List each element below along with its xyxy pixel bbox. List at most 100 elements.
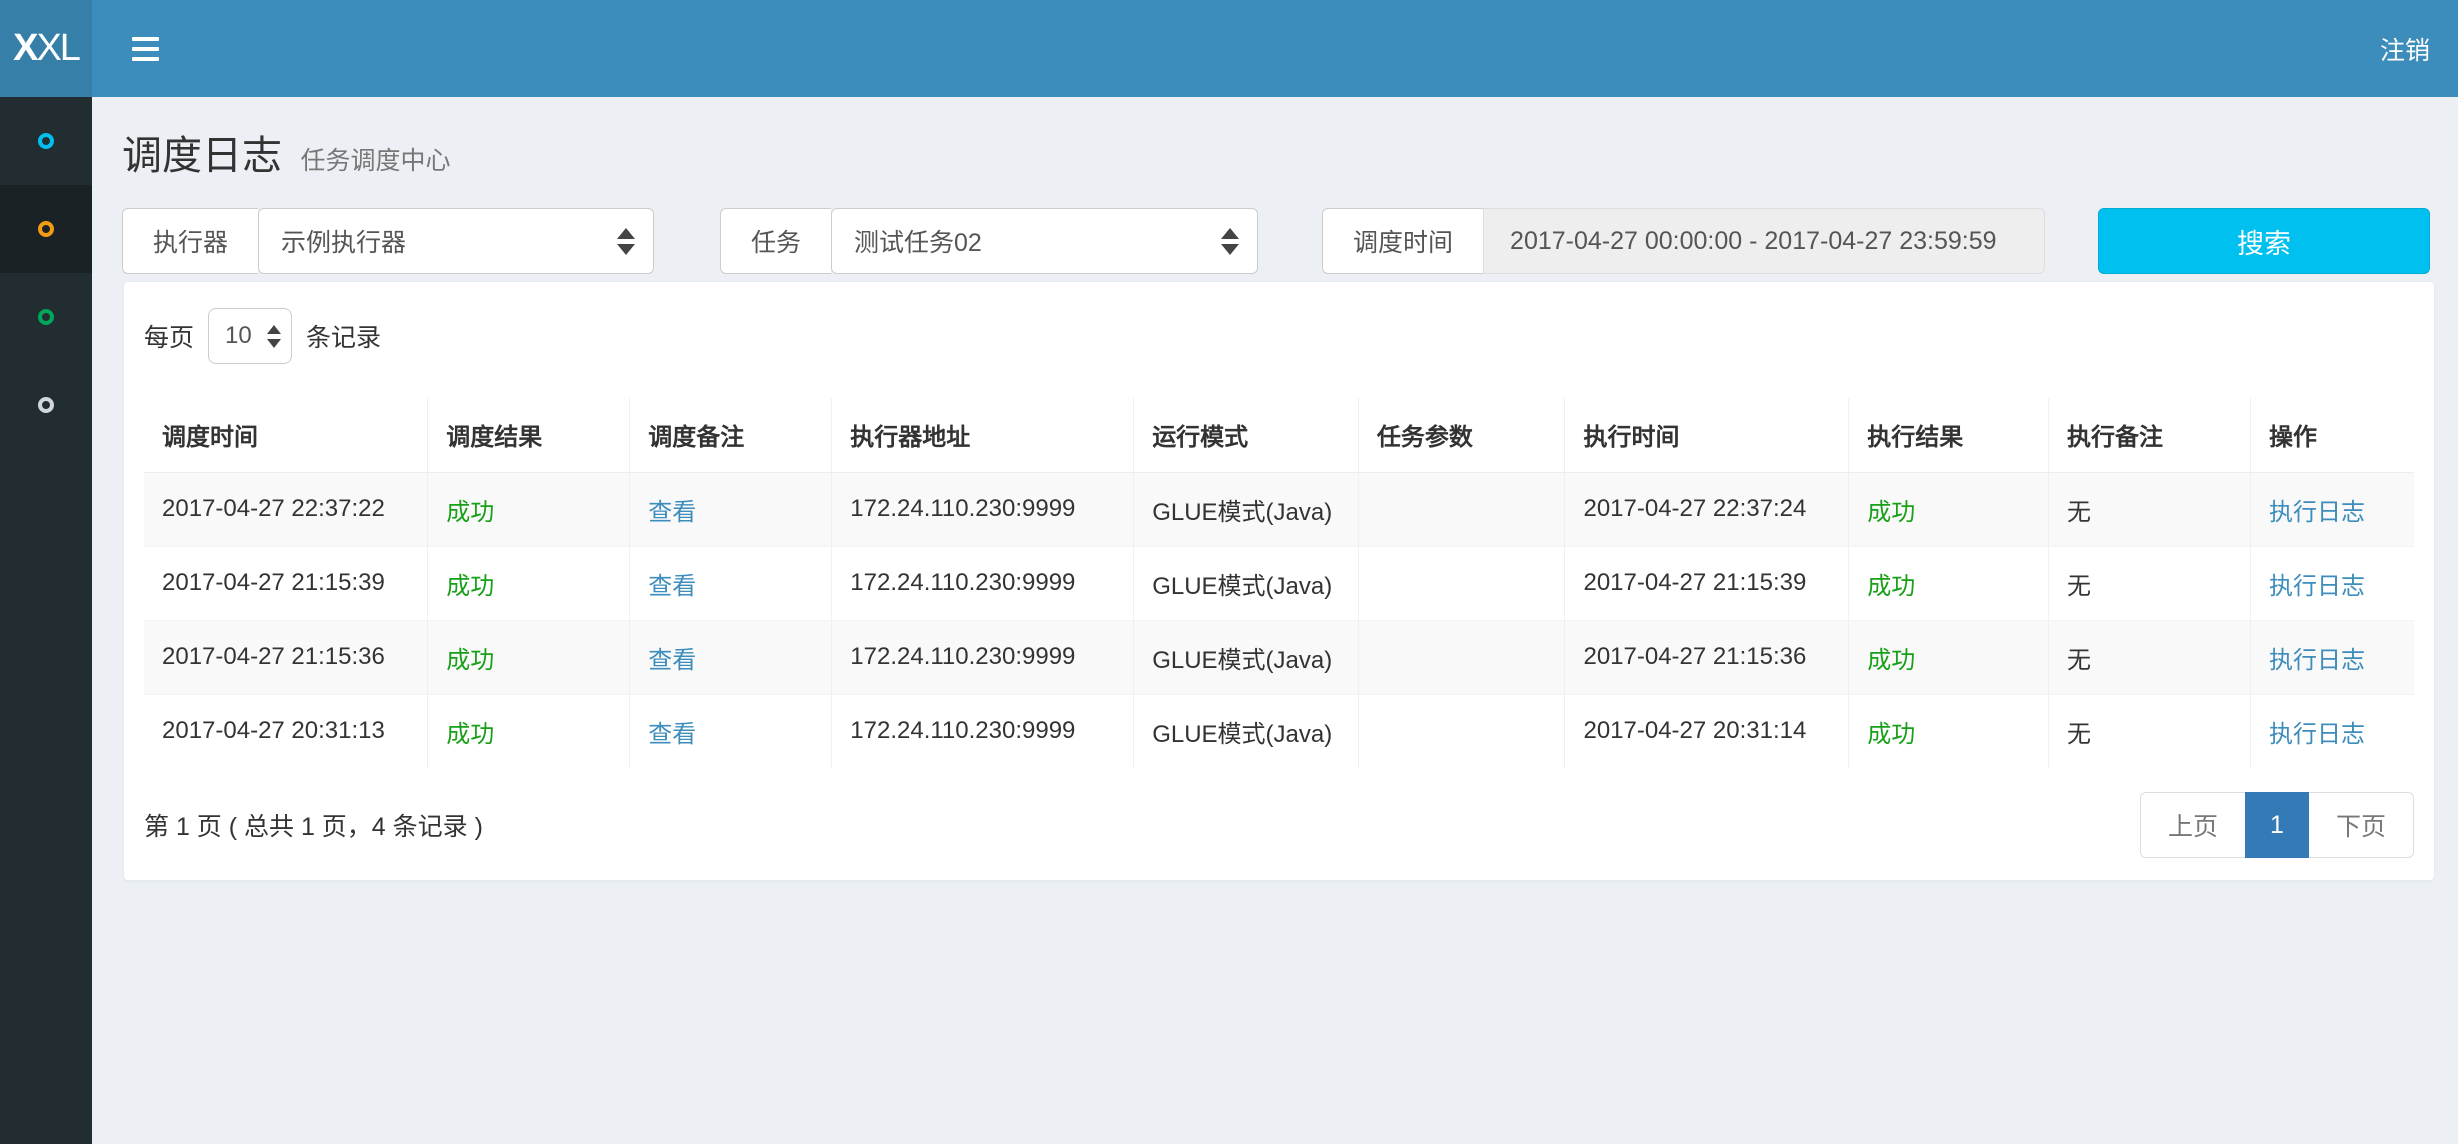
status-text: 成功 (1867, 573, 1915, 600)
logout-link[interactable]: 注销 (2380, 31, 2430, 67)
hamburger-icon (132, 57, 159, 61)
view-trigger-msg-link[interactable]: 查看 (648, 573, 696, 600)
dispatch-log-table: 调度时间 调度结果 调度备注 执行器地址 运行模式 任务参数 执行时间 执行结果… (144, 398, 2414, 768)
table-row: 2017-04-27 20:31:13成功查看172.24.110.230:99… (144, 694, 2414, 768)
cell-trigger-time: 2017-04-27 21:15:36 (144, 620, 428, 694)
hamburger-icon (132, 47, 159, 51)
cell-handle-msg: 无 (2048, 472, 2250, 546)
current-page-button[interactable]: 1 (2245, 792, 2309, 858)
cell-handle-time: 2017-04-27 20:31:14 (1565, 694, 1849, 768)
cell-executor-address: 172.24.110.230:9999 (832, 620, 1134, 694)
circle-outline-icon (38, 309, 54, 325)
col-header-glue-type: 运行模式 (1134, 398, 1359, 472)
cell-trigger_msg: 查看 (630, 694, 832, 768)
select-caret-icon (617, 228, 635, 255)
status-text: 成功 (1867, 721, 1915, 748)
pagination-summary: 第 1 页 ( 总共 1 页，4 条记录 ) (144, 807, 483, 843)
status-text: 成功 (446, 573, 494, 600)
sidebar-item-2[interactable] (0, 185, 92, 273)
page-size-row: 每页 10 条记录 (144, 308, 2414, 364)
view-trigger-msg-link[interactable]: 查看 (648, 721, 696, 748)
cell-trigger-time: 2017-04-27 20:31:13 (144, 694, 428, 768)
col-header-trigger-result: 调度结果 (428, 398, 630, 472)
page-subtitle: 任务调度中心 (300, 147, 450, 175)
prev-page-button[interactable]: 上页 (2140, 792, 2245, 858)
cell-handle-msg: 无 (2048, 694, 2250, 768)
executor-select[interactable]: 示例执行器 (258, 208, 654, 274)
cell-job-param (1358, 546, 1565, 620)
page-size-select[interactable]: 10 (208, 308, 292, 364)
sidebar-item-3[interactable] (0, 273, 92, 361)
cell-action: 执行日志 (2250, 546, 2414, 620)
table-row: 2017-04-27 21:15:39 成功 查看 172.24.110.230:99… (144, 546, 2414, 620)
cell-trigger-time: 2017-04-27 22:37:22 (144, 472, 428, 546)
content-header: 调度日志 任务调度中心 (92, 97, 2458, 181)
col-header-trigger-time: 调度时间 (144, 398, 428, 472)
job-select[interactable]: 测试任务02 (831, 208, 1258, 274)
circle-outline-icon (38, 133, 54, 149)
cell-handle-time: 2017-04-27 21:15:39 (1565, 546, 1849, 620)
search-button[interactable]: 搜索 (2098, 208, 2430, 274)
cell-executor-address: 172.24.110.230:9999 (832, 546, 1134, 620)
exec-log-link[interactable]: 执行日志 (2269, 647, 2365, 674)
view-trigger-msg-link[interactable]: 查看 (648, 499, 696, 526)
content-area: 调度日志 任务调度中心 执行器 示例执行器 任务 测试任务02 调度时间 201… (92, 97, 2458, 881)
col-header-executor-address: 执行器地址 (832, 398, 1134, 472)
trigger-time-range-input[interactable]: 2017-04-27 00:00:00 - 2017-04-27 23:59:5… (1483, 208, 2045, 274)
cell-trigger_msg: 查看 (630, 546, 832, 620)
cell-executor-address: 172.24.110.230:9999 (832, 472, 1134, 546)
cell-handle-time: 2017-04-27 22:37:24 (1565, 472, 1849, 546)
sidebar-item-1[interactable] (0, 97, 92, 185)
exec-log-link[interactable]: 执行日志 (2269, 499, 2365, 526)
status-text: 成功 (446, 499, 494, 526)
job-filter-label: 任务 (720, 208, 831, 274)
cell-trigger-result: 成功 (428, 546, 630, 620)
status-text: 成功 (1867, 499, 1915, 526)
col-header-action: 操作 (2250, 398, 2414, 472)
cell-handle-result: 成功 (1849, 546, 2049, 620)
cell-job-param (1358, 694, 1565, 768)
cell-action: 执行日志 (2250, 694, 2414, 768)
executor-select-value: 示例执行器 (281, 223, 406, 259)
view-trigger-msg-link[interactable]: 查看 (648, 647, 696, 674)
pagination: 上页 1 下页 (2140, 792, 2414, 858)
cell-action: 执行日志 (2250, 620, 2414, 694)
cell-handle-time: 2017-04-27 21:15:36 (1565, 620, 1849, 694)
app-logo[interactable]: XXL (0, 0, 92, 97)
col-header-trigger-msg: 调度备注 (630, 398, 832, 472)
cell-trigger-result: 成功 (428, 620, 630, 694)
cell-handle-msg: 无 (2048, 546, 2250, 620)
top-navbar: XXL 注销 (0, 0, 2458, 97)
job-filter-group: 任务 测试任务02 (720, 208, 1258, 274)
cell-glue-type: GLUE模式(Java) (1134, 546, 1359, 620)
circle-outline-icon (38, 397, 54, 413)
sidebar-toggle-button[interactable] (122, 27, 169, 71)
cell-job-param (1358, 472, 1565, 546)
status-text: 成功 (1867, 647, 1915, 674)
cell-handle-result: 成功 (1849, 694, 2049, 768)
log-table-panel: 每页 10 条记录 调度时间 调度结果 调度备注 执行器地址 运行模式 任务参数 (123, 281, 2435, 881)
cell-trigger-time: 2017-04-27 21:15:39 (144, 546, 428, 620)
executor-filter-label: 执行器 (122, 208, 258, 274)
navbar-main: 注销 (92, 0, 2458, 97)
cell-handle-msg: 无 (2048, 620, 2250, 694)
col-header-job-param: 任务参数 (1358, 398, 1565, 472)
cell-handle-result: 成功 (1849, 472, 2049, 546)
select-caret-icon (267, 325, 281, 348)
col-header-handle-msg: 执行备注 (2048, 398, 2250, 472)
circle-outline-icon (38, 221, 54, 237)
next-page-button[interactable]: 下页 (2309, 792, 2414, 858)
exec-log-link[interactable]: 执行日志 (2269, 573, 2365, 600)
cell-glue-type: GLUE模式(Java) (1134, 620, 1359, 694)
executor-filter-group: 执行器 示例执行器 (122, 208, 654, 274)
cell-trigger-result: 成功 (428, 694, 630, 768)
table-row: 2017-04-27 21:15:36成功查看172.24.110.230:99… (144, 620, 2414, 694)
cell-action: 执行日志 (2250, 472, 2414, 546)
cell-trigger-result: 成功 (428, 472, 630, 546)
cell-trigger_msg: 查看 (630, 620, 832, 694)
table-header-row: 调度时间 调度结果 调度备注 执行器地址 运行模式 任务参数 执行时间 执行结果… (144, 398, 2414, 472)
exec-log-link[interactable]: 执行日志 (2269, 721, 2365, 748)
sidebar-item-4[interactable] (0, 361, 92, 449)
cell-trigger_msg: 查看 (630, 472, 832, 546)
app-logo-text-bold: X (13, 27, 36, 70)
